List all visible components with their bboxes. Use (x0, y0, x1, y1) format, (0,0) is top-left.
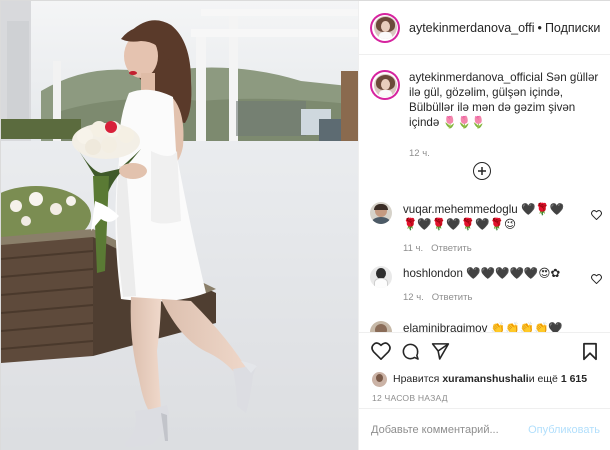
avatar-picture (373, 16, 397, 39)
comment-text: 🖤🖤🖤🖤🖤😍✿ (462, 267, 561, 280)
likes-summary: Нравится xuramanshushali и ещё 1 615 (359, 369, 610, 389)
instagram-post-modal: aytekinmerdanova_offi • Подписки aytekin… (0, 0, 610, 450)
commenter-avatar[interactable] (370, 321, 392, 332)
comment-text: 👏👏👏👏🖤 (487, 322, 563, 332)
comments-list[interactable]: aytekinmerdanova_official Sən güllər ilə… (359, 56, 610, 332)
heart-icon[interactable] (591, 210, 602, 220)
reply-button[interactable]: Ответить (432, 290, 473, 305)
comment-time[interactable]: 12 ч. (403, 290, 424, 305)
comment-item: hoshlondon 🖤🖤🖤🖤🖤😍✿ 12 ч. Ответить (370, 266, 606, 305)
heart-icon[interactable] (371, 342, 391, 360)
bookmark-icon[interactable] (582, 342, 598, 361)
comment-time[interactable]: 11 ч. (403, 241, 423, 256)
post-photo[interactable] (1, 1, 358, 450)
comment-author[interactable]: vuqar.mehemmedoglu (403, 203, 518, 216)
avatar-picture (373, 73, 397, 97)
caption-body: aytekinmerdanova_official Sən güllər ilə… (409, 70, 599, 161)
comment-item: vuqar.mehemmedoglu 🖤🌹🖤🌹🖤🌹🖤🌹🖤🌹😉 11 ч. Отв… (370, 202, 606, 256)
commenter-avatar[interactable] (370, 266, 392, 288)
comment-author[interactable]: elaminibragimov (403, 322, 487, 332)
post-actions: Нравится xuramanshushali и ещё 1 615 12 … (359, 332, 610, 407)
likes-count[interactable]: 1 615 (561, 373, 587, 385)
post-header: aytekinmerdanova_offi • Подписки (359, 1, 610, 55)
caption-author-avatar[interactable] (370, 70, 400, 100)
comment-icon[interactable] (401, 342, 420, 361)
avatar-ring-inner (372, 14, 398, 41)
comment-input[interactable] (371, 424, 529, 436)
likes-suffix: и ещё (528, 373, 558, 385)
avatar-ring-inner (372, 72, 398, 98)
following-button[interactable]: Подписки (545, 21, 600, 35)
header-separator: • (537, 20, 542, 35)
comment-item: elaminibragimov 👏👏👏👏🖤 (370, 321, 606, 332)
comment-body: hoshlondon 🖤🖤🖤🖤🖤😍✿ 12 ч. Ответить (403, 266, 571, 305)
photo-illustration (1, 1, 358, 450)
caption-time[interactable]: 12 ч. (409, 146, 599, 161)
liker-username[interactable]: xuramanshushali (442, 373, 528, 385)
likes-prefix: Нравится (393, 373, 440, 385)
post-date[interactable]: 12 ЧАСОВ НАЗАД (359, 389, 610, 407)
load-more-comments-button[interactable] (473, 162, 491, 180)
comment-meta: 11 ч. Ответить (403, 241, 571, 256)
liker-avatar[interactable] (372, 371, 387, 387)
add-comment-bar: Опубликовать (359, 408, 610, 450)
post-side-panel: aytekinmerdanova_offi • Подписки aytekin… (358, 1, 610, 450)
caption-author[interactable]: aytekinmerdanova_official (409, 71, 543, 84)
comment-author[interactable]: hoshlondon (403, 267, 463, 280)
commenter-avatar[interactable] (370, 202, 392, 224)
action-icons-row (359, 333, 610, 369)
author-avatar[interactable] (370, 12, 400, 43)
comment-body: vuqar.mehemmedoglu 🖤🌹🖤🌹🖤🌹🖤🌹🖤🌹😉 11 ч. Отв… (403, 202, 571, 256)
publish-button[interactable]: Опубликовать (528, 424, 600, 436)
reply-button[interactable]: Ответить (431, 241, 472, 256)
author-username[interactable]: aytekinmerdanova_offi (409, 21, 535, 35)
comment-body: elaminibragimov 👏👏👏👏🖤 (403, 321, 571, 332)
post-caption: aytekinmerdanova_official Sən güllər ilə… (359, 56, 610, 161)
heart-icon[interactable] (591, 274, 602, 284)
paper-plane-icon[interactable] (431, 342, 450, 360)
comment-meta: 12 ч. Ответить (403, 290, 571, 305)
plus-circle-icon (478, 167, 486, 175)
